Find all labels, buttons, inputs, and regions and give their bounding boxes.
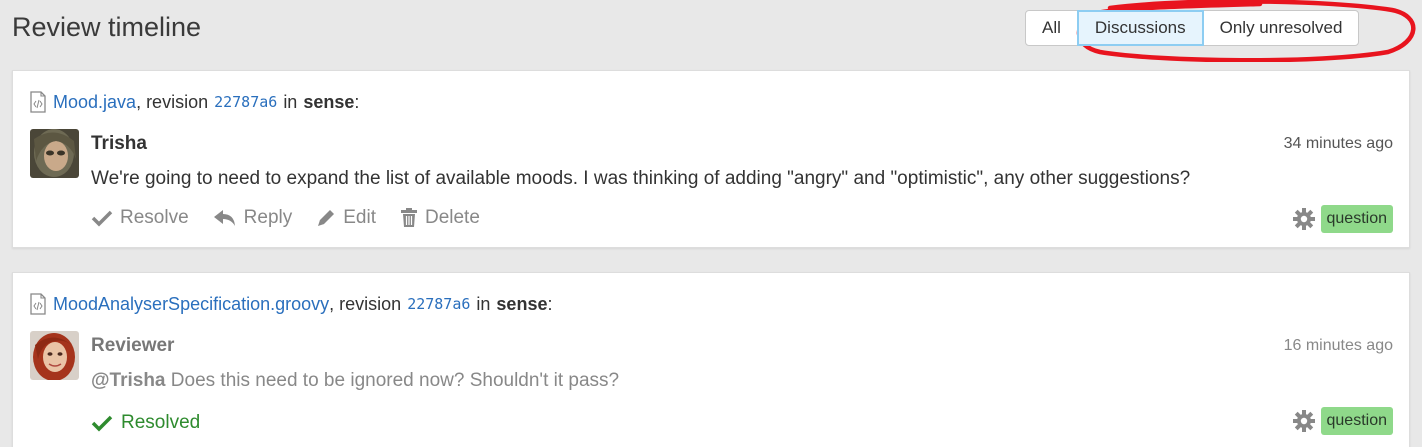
reply-icon <box>213 210 235 226</box>
discussion-card: Mood.java , revision 22787a6 in sense: T… <box>12 70 1410 248</box>
delete-button[interactable]: Delete <box>400 207 480 229</box>
resolved-status: Resolved <box>91 412 200 434</box>
header: Review timeline All Discussions Only unr… <box>12 10 1422 50</box>
gear-icon[interactable] <box>1292 410 1315 432</box>
delete-label: Delete <box>424 207 480 228</box>
label-tools: question <box>1292 407 1393 435</box>
check-icon <box>91 210 113 227</box>
resolve-label: Resolve <box>120 207 189 228</box>
filter-button-group: All Discussions Only unresolved <box>1025 10 1360 46</box>
gear-icon[interactable] <box>1292 208 1315 230</box>
in-label: in <box>476 293 491 314</box>
file-line: Mood.java , revision 22787a6 in sense: <box>29 91 359 113</box>
question-label-badge[interactable]: question <box>1320 407 1393 435</box>
file-link[interactable]: Mood.java <box>53 92 136 113</box>
revision-prefix: , revision <box>136 91 209 112</box>
comment-actions: Resolve Reply Edit Delete <box>91 207 504 229</box>
comment-author[interactable]: Reviewer <box>91 335 174 357</box>
trash-icon <box>400 208 417 227</box>
filter-all-button[interactable]: All <box>1025 10 1078 46</box>
in-label: in <box>283 91 298 112</box>
resolved-label: Resolved <box>121 412 201 433</box>
comment-body: Does this need to be ignored now? Should… <box>170 370 620 391</box>
label-tools: question <box>1292 205 1393 233</box>
avatar <box>30 129 79 178</box>
avatar <box>30 331 79 380</box>
colon: : <box>547 293 553 314</box>
edit-button[interactable]: Edit <box>316 207 376 229</box>
file-line: MoodAnalyserSpecification.groovy , revis… <box>29 293 552 315</box>
revision-link[interactable]: 22787a6 <box>214 93 277 111</box>
discussion-card: MoodAnalyserSpecification.groovy , revis… <box>12 272 1410 447</box>
filter-discussions-button[interactable]: Discussions <box>1076 10 1204 46</box>
filter-only-unresolved-button[interactable]: Only unresolved <box>1202 10 1360 46</box>
user-mention[interactable]: @Trisha <box>91 370 166 391</box>
check-icon <box>91 415 113 432</box>
comment-time: 16 minutes ago <box>1283 337 1393 354</box>
revision-link[interactable]: 22787a6 <box>407 295 470 313</box>
pencil-icon <box>318 210 335 226</box>
file-link[interactable]: MoodAnalyserSpecification.groovy <box>53 294 329 315</box>
code-file-icon <box>30 91 46 113</box>
comment-text: We're going to need to expand the list o… <box>91 168 1191 189</box>
code-file-icon <box>30 293 46 315</box>
resolve-button[interactable]: Resolve <box>91 207 189 229</box>
reply-button[interactable]: Reply <box>213 207 293 229</box>
comment-text: @Trisha Does this need to be ignored now… <box>91 370 619 392</box>
project-name: sense <box>303 91 355 112</box>
comment-author[interactable]: Trisha <box>91 133 147 155</box>
page-title: Review timeline <box>12 12 202 42</box>
project-name: sense <box>496 293 548 314</box>
reply-label: Reply <box>243 207 293 228</box>
question-label-badge[interactable]: question <box>1320 205 1393 233</box>
comment-time: 34 minutes ago <box>1283 135 1393 152</box>
colon: : <box>354 91 360 112</box>
revision-prefix: , revision <box>329 293 402 314</box>
edit-label: Edit <box>343 207 376 228</box>
